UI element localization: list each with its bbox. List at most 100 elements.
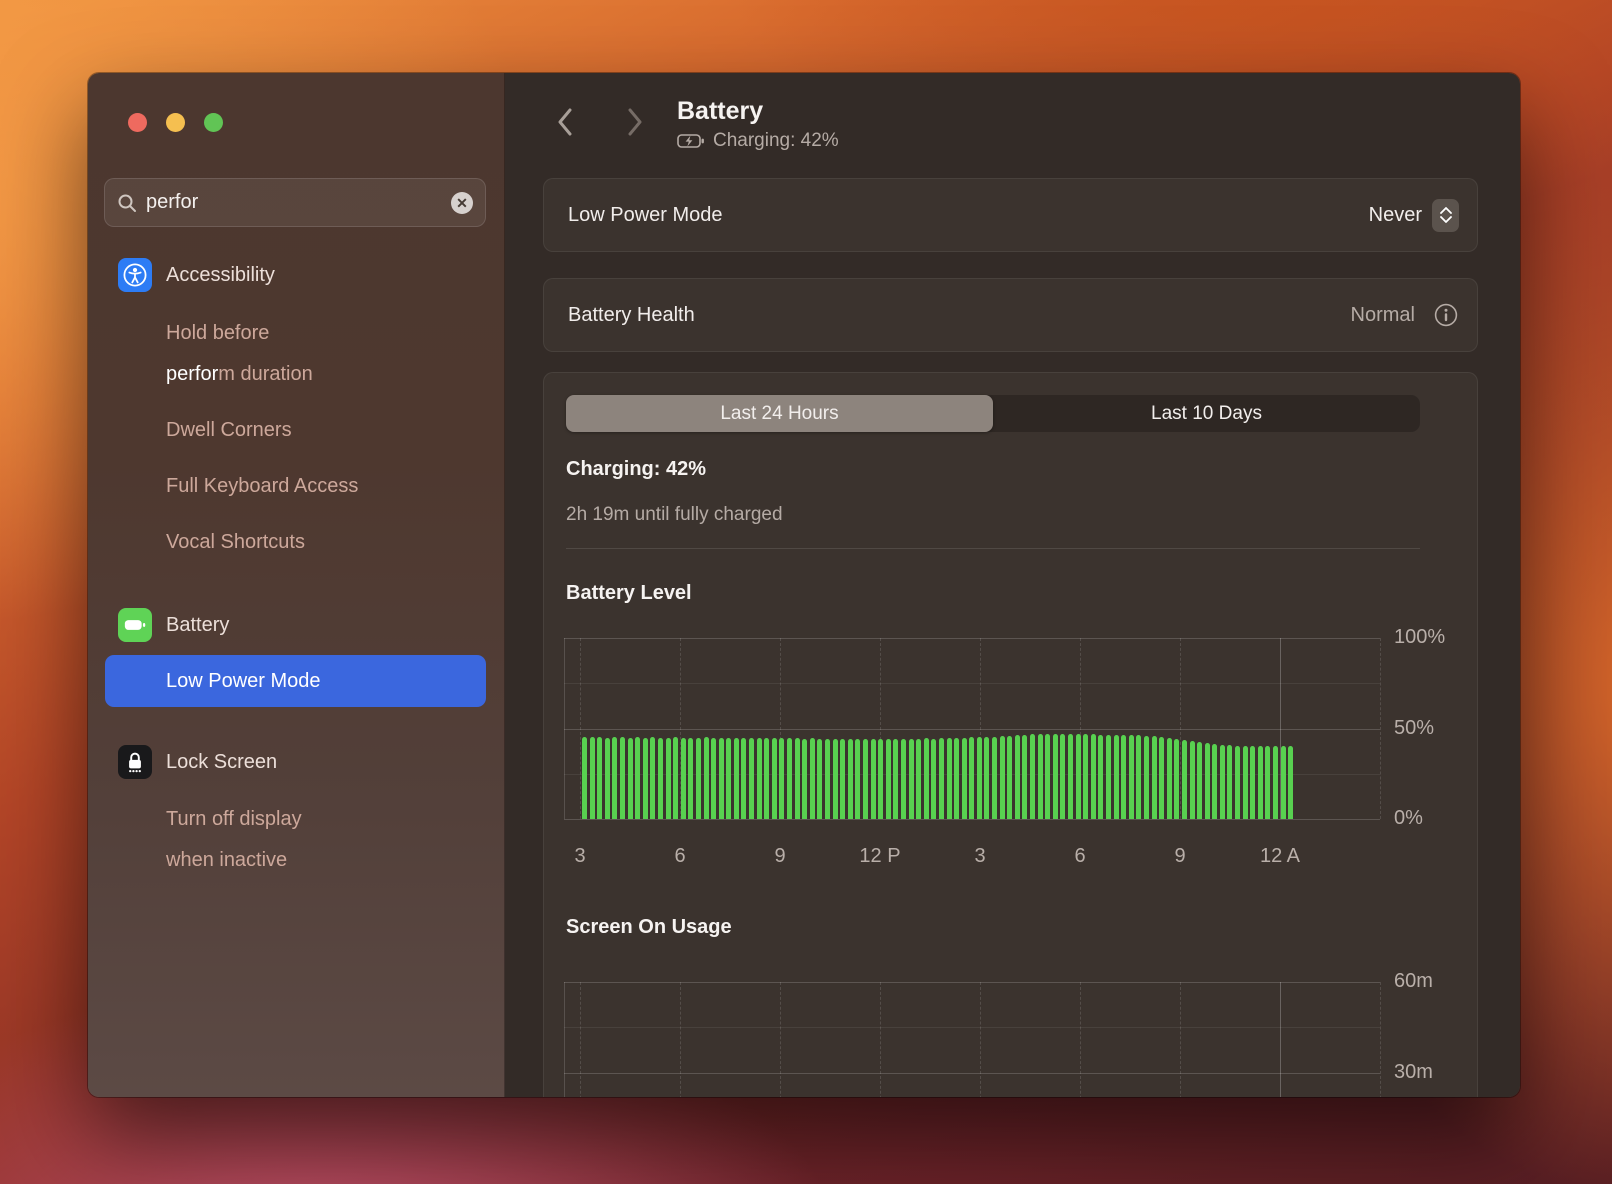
battery-level-bar (1227, 745, 1232, 819)
battery-level-bar (628, 738, 633, 820)
battery-level-bar (1083, 734, 1088, 819)
gridline-horizontal (564, 982, 1380, 983)
x-axis-label: 6 (674, 845, 685, 868)
battery-level-bar (848, 739, 853, 819)
battery-health-label: Battery Health (568, 304, 1351, 327)
battery-level-bar (635, 737, 640, 819)
x-axis-label: 12 A (1260, 845, 1300, 868)
battery-level-bar (1235, 746, 1240, 820)
battery-level-bar (1098, 735, 1103, 820)
search-field[interactable]: ✕ (104, 178, 486, 227)
battery-level-bar (1022, 735, 1027, 819)
battery-level-bar (878, 739, 883, 819)
battery-icon (118, 608, 152, 642)
battery-level-bar (704, 737, 709, 819)
sidebar-item-low-power-mode-selected[interactable]: Low Power Mode (105, 655, 486, 707)
battery-level-bar (1243, 746, 1248, 819)
battery-level-bar (833, 739, 838, 819)
battery-level-bar (1015, 735, 1020, 819)
y-axis-label: 30m (1394, 1061, 1474, 1084)
battery-level-bar (1281, 746, 1286, 819)
battery-level-bar (757, 738, 762, 819)
accessibility-icon (118, 258, 152, 292)
battery-pane: Battery Charging: 42% Low Power Mode Nev… (505, 73, 1520, 1097)
battery-level-bar (1144, 736, 1149, 819)
battery-level-bar (947, 738, 952, 819)
sidebar-item-turn-off-display-line2[interactable]: when inactive (166, 849, 287, 872)
x-axis-label: 9 (1174, 845, 1185, 868)
charging-time-remaining: 2h 19m until fully charged (566, 504, 783, 526)
minimize-button[interactable] (166, 113, 185, 132)
battery-level-bar (1205, 743, 1210, 819)
close-button[interactable] (128, 113, 147, 132)
sidebar-item-hold-before-perform-duration-line2[interactable]: perform duration (166, 363, 313, 386)
x-axis-label: 3 (974, 845, 985, 868)
battery-level-bar (1060, 734, 1065, 819)
low-power-mode-select[interactable] (1432, 199, 1459, 232)
clear-search-icon[interactable]: ✕ (451, 192, 473, 214)
charging-level-title: Charging: 42% (566, 458, 706, 481)
sidebar-item-accessibility[interactable]: Accessibility (118, 258, 275, 292)
battery-level-bar (939, 738, 944, 819)
gridline-vertical (564, 982, 565, 1097)
battery-level-bar (688, 738, 693, 819)
low-power-mode-value[interactable]: Never (1369, 204, 1422, 227)
battery-level-bar (605, 738, 610, 820)
battery-level-bar (597, 737, 602, 819)
battery-level-bar (749, 738, 754, 819)
window-controls (128, 113, 223, 132)
sidebar-item-dwell-corners[interactable]: Dwell Corners (166, 419, 292, 442)
battery-level-bar (954, 738, 959, 819)
sidebar-item-vocal-shortcuts[interactable]: Vocal Shortcuts (166, 531, 305, 554)
search-match-text: perfor (166, 363, 218, 385)
battery-level-bar (650, 737, 655, 819)
info-icon[interactable] (1433, 302, 1459, 328)
battery-level-bar (764, 738, 769, 819)
zoom-button[interactable] (204, 113, 223, 132)
battery-level-bar (741, 738, 746, 819)
battery-level-bar (1000, 736, 1005, 819)
gridline-vertical (780, 982, 781, 1097)
sidebar-item-label: Battery (166, 614, 229, 637)
battery-usage-card: Last 24 Hours Last 10 Days Charging: 42%… (543, 372, 1478, 1097)
gridline-horizontal (564, 1073, 1380, 1074)
y-axis-label: 60m (1394, 970, 1474, 993)
y-axis-label: 50% (1394, 717, 1474, 740)
forward-button[interactable] (621, 107, 649, 137)
battery-level-bar (1007, 736, 1012, 819)
x-axis-label: 9 (774, 845, 785, 868)
battery-level-bar (787, 738, 792, 819)
battery-level-bar (1106, 735, 1111, 819)
battery-level-bar (795, 738, 800, 819)
battery-level-bar (681, 738, 686, 820)
battery-level-bar (1167, 738, 1172, 820)
battery-level-bar (1159, 737, 1164, 819)
battery-level-bar (772, 738, 777, 819)
tab-last-24-hours[interactable]: Last 24 Hours (566, 395, 993, 432)
battery-level-chart-title: Battery Level (566, 582, 692, 605)
sidebar-item-turn-off-display[interactable]: Turn off display (166, 808, 302, 831)
gridline-vertical (564, 638, 565, 819)
sidebar-item-label: Lock Screen (166, 751, 277, 774)
charging-status-text: Charging: 42% (713, 130, 839, 152)
sidebar-item-full-keyboard-access[interactable]: Full Keyboard Access (166, 475, 358, 498)
battery-level-bar (1212, 744, 1217, 819)
gridline-horizontal (564, 1027, 1380, 1028)
search-input[interactable] (146, 191, 442, 214)
tab-last-10-days[interactable]: Last 10 Days (993, 395, 1420, 432)
sidebar-item-hold-before-perform-duration[interactable]: Hold before (166, 322, 269, 345)
battery-level-bar (612, 737, 617, 819)
battery-level-bar (1258, 746, 1263, 819)
gridline-vertical (580, 982, 581, 1097)
battery-level-bar (1273, 746, 1278, 819)
sidebar-item-lock-screen[interactable]: Lock Screen (118, 745, 277, 779)
battery-level-bar (992, 737, 997, 819)
battery-level-chart: 100%50%0%36912 P36912 A (564, 638, 1380, 819)
y-axis-label: 0% (1394, 807, 1474, 830)
battery-level-bar (969, 737, 974, 819)
back-button[interactable] (551, 107, 579, 137)
battery-level-bar (1129, 735, 1134, 819)
battery-level-bar (658, 738, 663, 819)
sidebar-item-battery[interactable]: Battery (118, 608, 229, 642)
gridline-vertical (980, 982, 981, 1097)
